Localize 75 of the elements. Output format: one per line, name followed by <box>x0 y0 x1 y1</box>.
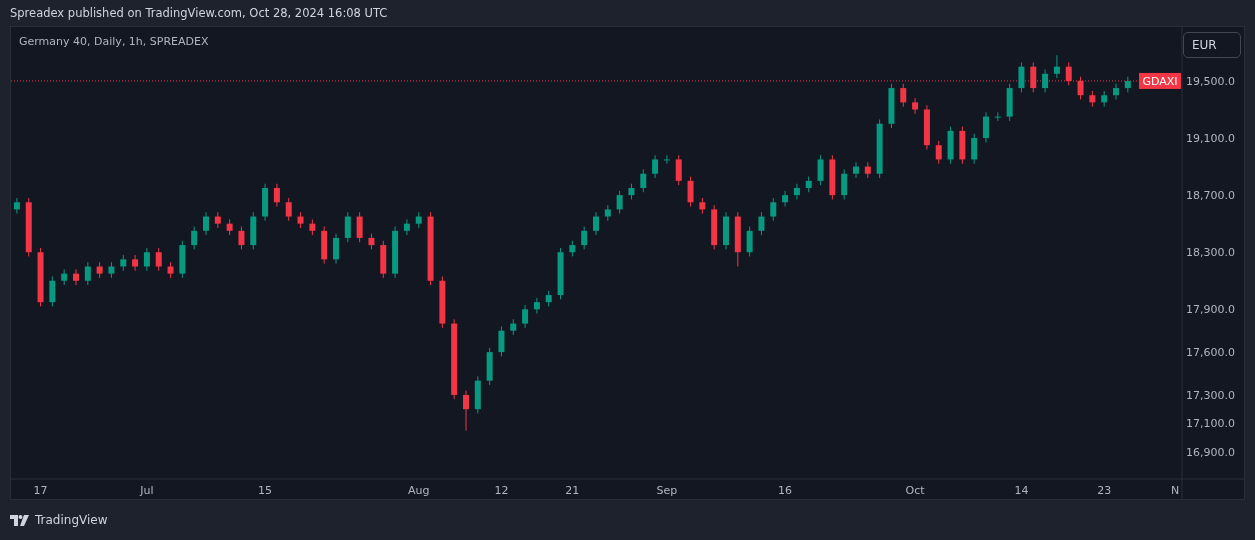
candlestick <box>817 154 824 186</box>
brand-name: TradingView <box>35 513 108 527</box>
candlestick <box>900 83 907 108</box>
candlestick <box>770 197 777 222</box>
time-axis-label: 16 <box>778 484 793 497</box>
symbol-tag: GDAXI <box>1139 72 1181 89</box>
candlestick <box>1053 54 1060 79</box>
candlestick <box>143 247 150 272</box>
candlestick <box>155 247 162 272</box>
candlestick <box>746 226 753 257</box>
candlestick <box>640 168 647 193</box>
time-axis-label: 21 <box>565 484 580 497</box>
candlestick <box>498 325 505 357</box>
candlestick <box>403 218 410 236</box>
chart-legend: Germany 40, Daily, 1h, SPREADEX <box>19 35 209 48</box>
candlestick <box>687 176 694 208</box>
candlestick <box>663 154 670 165</box>
candlestick <box>191 226 198 250</box>
candlestick <box>841 168 848 200</box>
time-axis-label: Oct <box>905 484 925 497</box>
candlestick <box>782 190 789 208</box>
candlestick <box>935 140 942 165</box>
time-axis-label: Aug <box>408 484 430 497</box>
candlestick <box>971 133 978 165</box>
price-axis-label: 18,700.0 <box>1186 189 1235 203</box>
candlestick <box>1077 76 1084 100</box>
candlestick <box>793 183 800 200</box>
time-axis-label: 15 <box>258 484 273 497</box>
price-axis-label: 17,900.0 <box>1186 303 1235 317</box>
time-axis-label: Jul <box>140 484 154 497</box>
candlestick <box>616 190 623 215</box>
time-axis-label: 12 <box>494 484 509 497</box>
tradingview-logo-icon <box>10 514 30 526</box>
candlestick <box>285 197 292 222</box>
candlestick <box>356 211 363 243</box>
candlestick <box>13 197 20 215</box>
candlestick <box>593 211 599 236</box>
candlestick <box>333 233 339 265</box>
price-axis-label: 17,100.0 <box>1186 417 1235 431</box>
publisher-caption: Spreadex published on TradingView.com, Oct 28, 2024 16:08 UTC <box>10 6 388 20</box>
candlestick <box>983 111 989 143</box>
price-axis-label: 17,600.0 <box>1186 346 1235 360</box>
candlestick <box>853 161 859 179</box>
candlestick <box>912 97 919 115</box>
candlestick <box>522 304 529 329</box>
candlestick <box>1030 61 1037 93</box>
candlestick <box>73 268 79 286</box>
candlestick <box>652 154 659 179</box>
price-axis-label: 19,500.0 <box>1186 74 1235 88</box>
candlestick <box>344 211 351 243</box>
candlestick <box>1065 61 1072 86</box>
price-axis-label: 16,900.0 <box>1186 446 1235 460</box>
price-axis-label: 19,100.0 <box>1186 132 1235 146</box>
currency-button[interactable]: EUR <box>1183 32 1241 58</box>
candlestick <box>84 261 91 286</box>
candlestick <box>758 211 765 236</box>
candlestick <box>1113 83 1119 100</box>
candlestick <box>273 183 280 208</box>
price-axis-label: 18,300.0 <box>1186 246 1235 260</box>
price-axis-label: 17,300.0 <box>1186 388 1235 402</box>
candlestick <box>463 390 469 432</box>
candlestick <box>581 226 588 250</box>
candlestick <box>1042 69 1049 93</box>
candlestick <box>238 226 245 250</box>
time-axis-label: 17 <box>33 484 48 497</box>
time-axis-label: N <box>1170 484 1180 497</box>
candlestick <box>132 254 139 272</box>
time-axis-label: 23 <box>1097 484 1112 497</box>
candlestick <box>675 154 682 186</box>
candlestick <box>533 297 540 315</box>
candlestick <box>203 211 209 236</box>
time-axis-label: 14 <box>1014 484 1029 497</box>
candlestick <box>49 275 56 307</box>
candlestick <box>1018 61 1025 93</box>
time-axis-label: Sep <box>656 484 678 497</box>
